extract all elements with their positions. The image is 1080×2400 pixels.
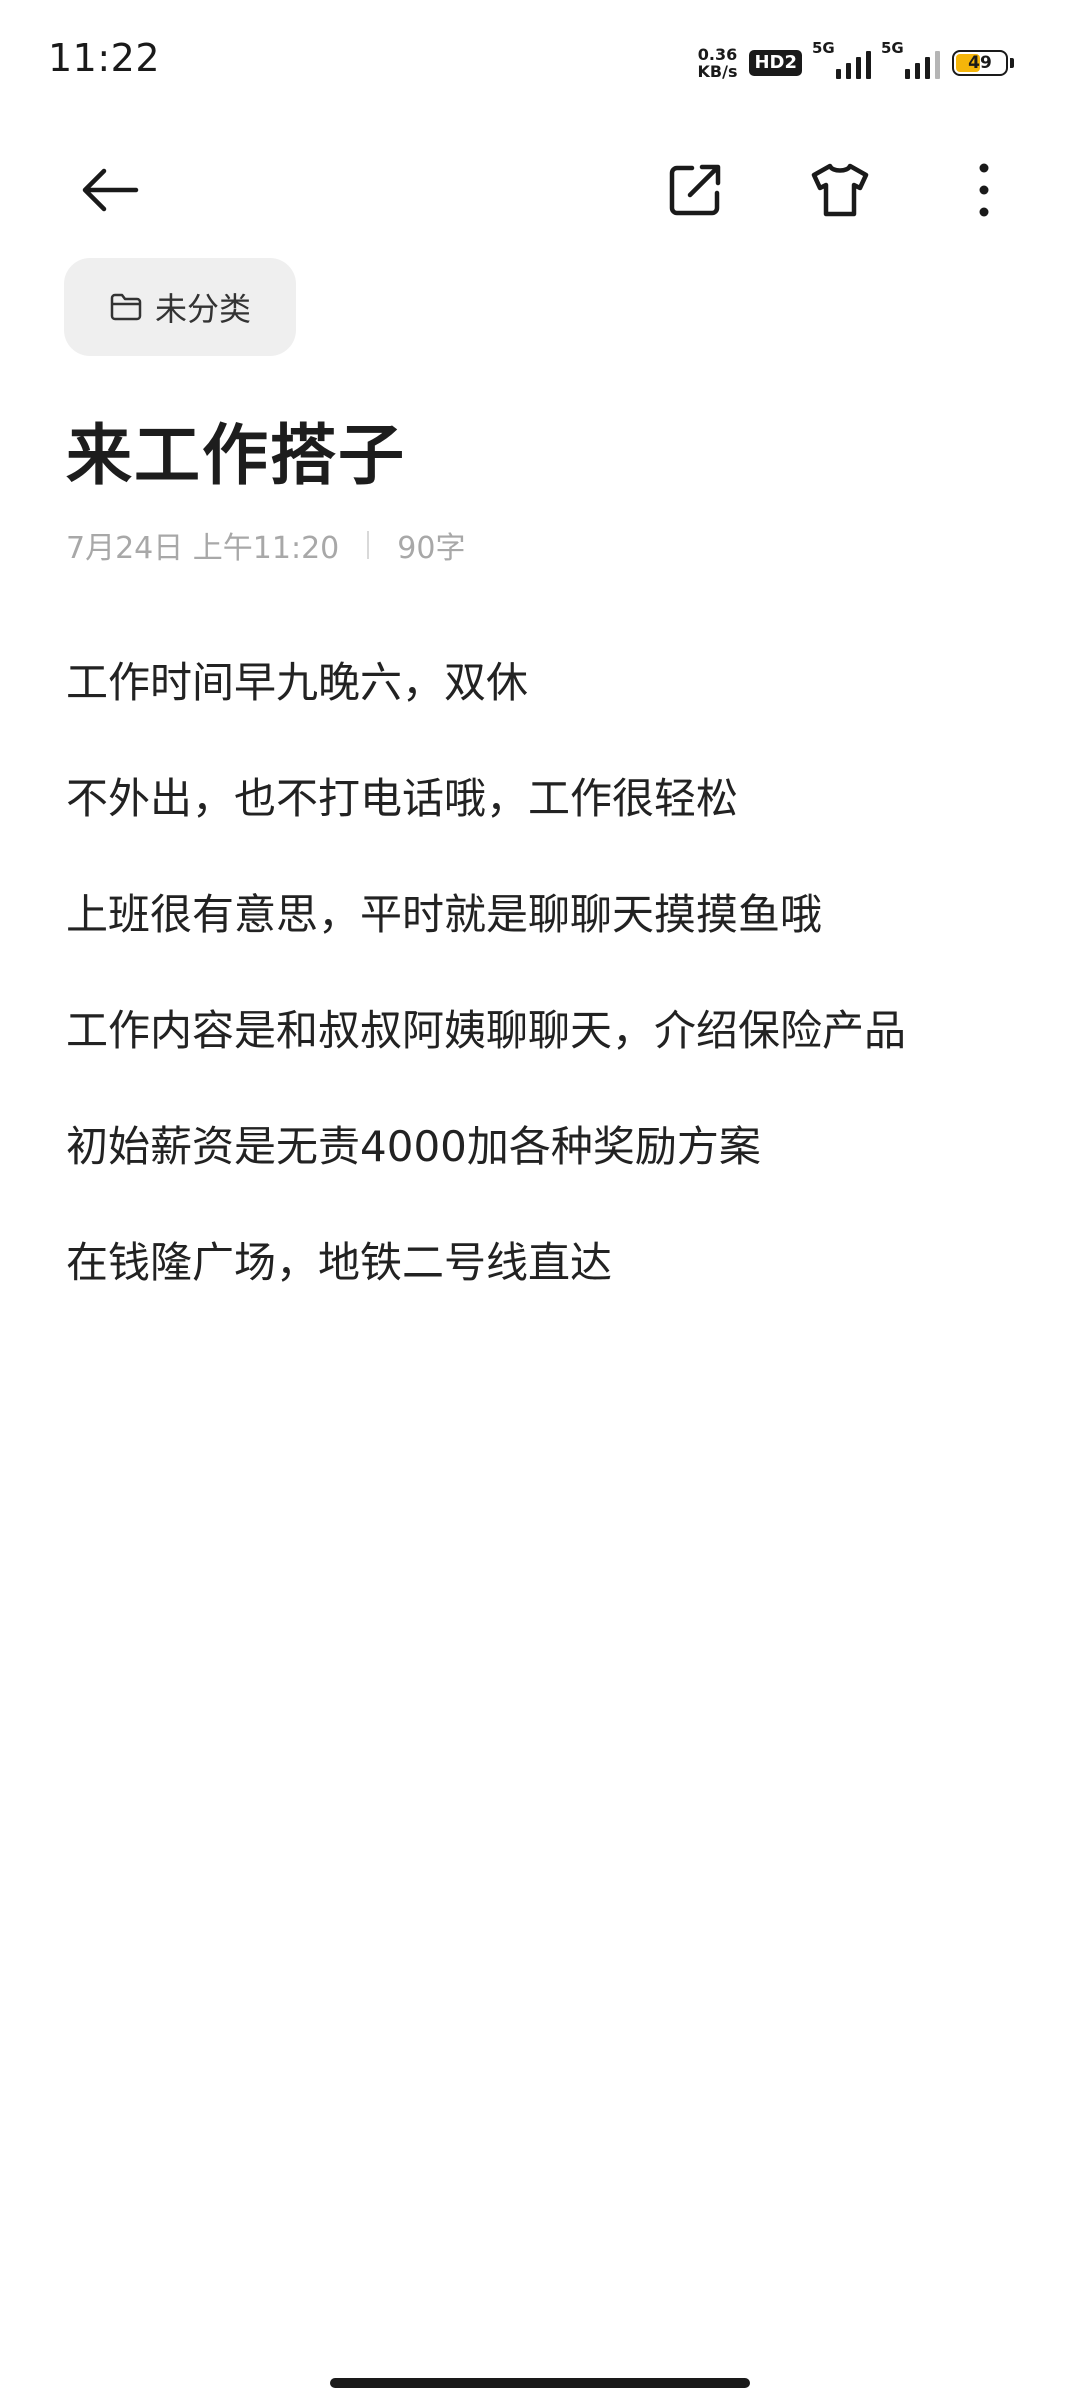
- meta-divider: [367, 531, 370, 559]
- folder-icon: [110, 293, 142, 321]
- note-line[interactable]: 初始薪资是无责4000加各种奖励方案: [66, 1112, 1026, 1228]
- battery-level: 49: [968, 53, 992, 73]
- top-toolbar: [0, 140, 1080, 240]
- note-line[interactable]: 工作时间早九晚六，双休: [66, 648, 1026, 764]
- note-date: 7月24日 上午11:20: [66, 531, 340, 566]
- status-bar: 11:22 0.36 KB/s HD2 5G 5G 49: [0, 0, 1080, 128]
- network-speed-unit: KB/s: [697, 62, 738, 81]
- signal-icon-2: 5G: [881, 39, 940, 79]
- hd-badge: HD2: [749, 50, 802, 76]
- network-speed: 0.36 KB/s: [698, 46, 738, 80]
- status-time: 11:22: [48, 36, 161, 80]
- note-line[interactable]: 不外出，也不打电话哦，工作很轻松: [66, 764, 1026, 880]
- more-button[interactable]: [944, 150, 1024, 230]
- share-button[interactable]: [655, 150, 735, 230]
- share-external-icon: [669, 164, 721, 216]
- home-indicator[interactable]: [330, 2378, 750, 2388]
- note-line[interactable]: 工作内容是和叔叔阿姨聊聊天，介绍保险产品: [66, 996, 1026, 1112]
- theme-button[interactable]: [800, 150, 880, 230]
- signal-1-label: 5G: [812, 39, 835, 57]
- note-word-count: 90字: [397, 531, 466, 566]
- note-body[interactable]: 工作时间早九晚六，双休 不外出，也不打电话哦，工作很轻松 上班很有意思，平时就是…: [66, 648, 1026, 1344]
- network-speed-value: 0.36: [697, 45, 738, 64]
- note-line[interactable]: 上班很有意思，平时就是聊聊天摸摸鱼哦: [66, 880, 1026, 996]
- tshirt-icon: [811, 163, 869, 217]
- back-button[interactable]: [70, 150, 150, 230]
- category-label: 未分类: [154, 290, 251, 328]
- note-title[interactable]: 来工作搭子: [66, 402, 406, 498]
- arrow-left-icon: [82, 168, 139, 212]
- more-vertical-icon: [979, 163, 989, 217]
- signal-2-label: 5G: [881, 39, 904, 57]
- note-meta: 7月24日 上午11:20 90字: [66, 523, 465, 567]
- signal-icon: 5G: [812, 39, 871, 79]
- battery-icon: 49: [952, 50, 1014, 76]
- category-chip[interactable]: 未分类: [64, 258, 296, 356]
- status-icons: 0.36 KB/s HD2 5G 5G 49: [698, 39, 1014, 86]
- note-line[interactable]: 在钱隆广场，地铁二号线直达: [66, 1228, 1026, 1344]
